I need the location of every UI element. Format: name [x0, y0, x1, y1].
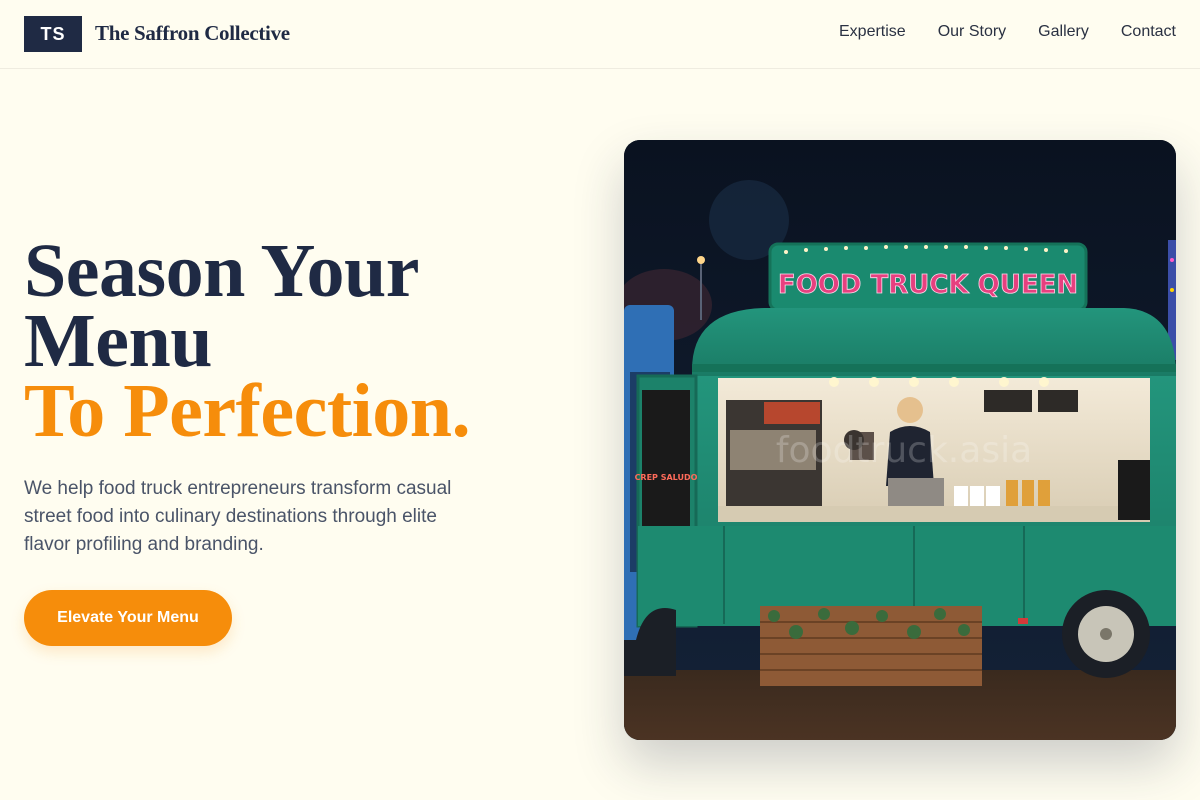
- food-truck-illustration: FOOD TRUCK QUEEN CREP SALUDO foodtruck.a…: [624, 140, 1176, 740]
- brand-name[interactable]: The Saffron Collective: [95, 21, 290, 46]
- hero-title-accent: To Perfection.: [24, 369, 471, 453]
- hero-title-line-2: Menu: [24, 299, 213, 383]
- truck-sign-text: FOOD TRUCK QUEEN: [778, 270, 1078, 300]
- nav-link-gallery[interactable]: Gallery: [1038, 23, 1089, 41]
- nav-link-contact[interactable]: Contact: [1121, 23, 1176, 41]
- menu-board-left-text: CREP SALUDO: [635, 473, 698, 482]
- hero-description: We help food truck entrepreneurs transfo…: [24, 478, 452, 555]
- site-header: TS The Saffron Collective Expertise Our …: [0, 0, 1200, 69]
- elevate-menu-button[interactable]: Elevate Your Menu: [24, 590, 232, 646]
- hero-image-food-truck: FOOD TRUCK QUEEN CREP SALUDO foodtruck.a…: [624, 140, 1176, 740]
- logo-badge[interactable]: TS: [24, 16, 82, 52]
- image-watermark: foodtruck.asia: [776, 430, 1032, 471]
- main-nav: Expertise Our Story Gallery Contact: [839, 23, 1176, 41]
- hero-title: Season Your Menu To Perfection.: [24, 229, 584, 453]
- nav-link-our-story[interactable]: Our Story: [938, 23, 1006, 41]
- nav-link-expertise[interactable]: Expertise: [839, 23, 906, 41]
- hero-title-line-1: Season Your: [24, 229, 419, 313]
